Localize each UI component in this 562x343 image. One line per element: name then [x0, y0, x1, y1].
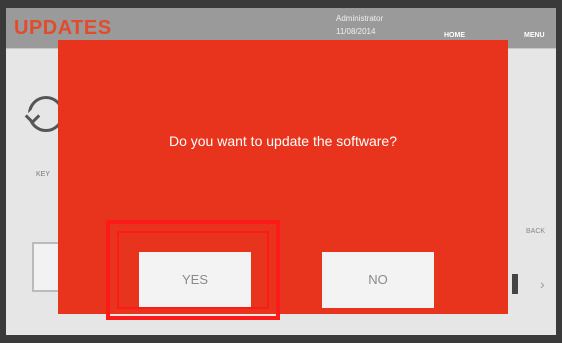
- nav-menu-button[interactable]: MENU: [524, 32, 545, 39]
- dialog-message: Do you want to update the software?: [168, 133, 398, 149]
- key-label: KEY: [36, 171, 51, 178]
- user-date: 11/08/2014: [336, 27, 376, 36]
- user-name: Administrator: [336, 14, 384, 23]
- page-title: UPDATES: [14, 17, 112, 39]
- user-info: Administrator 11/08/2014: [336, 12, 383, 38]
- yes-button-highlight: [106, 220, 280, 320]
- no-button[interactable]: NO: [322, 252, 434, 308]
- background-marker: [512, 274, 518, 294]
- back-label: BACK: [526, 228, 546, 235]
- nav-home-button[interactable]: HOME: [444, 32, 465, 39]
- chevron-right-icon: ›: [540, 276, 545, 292]
